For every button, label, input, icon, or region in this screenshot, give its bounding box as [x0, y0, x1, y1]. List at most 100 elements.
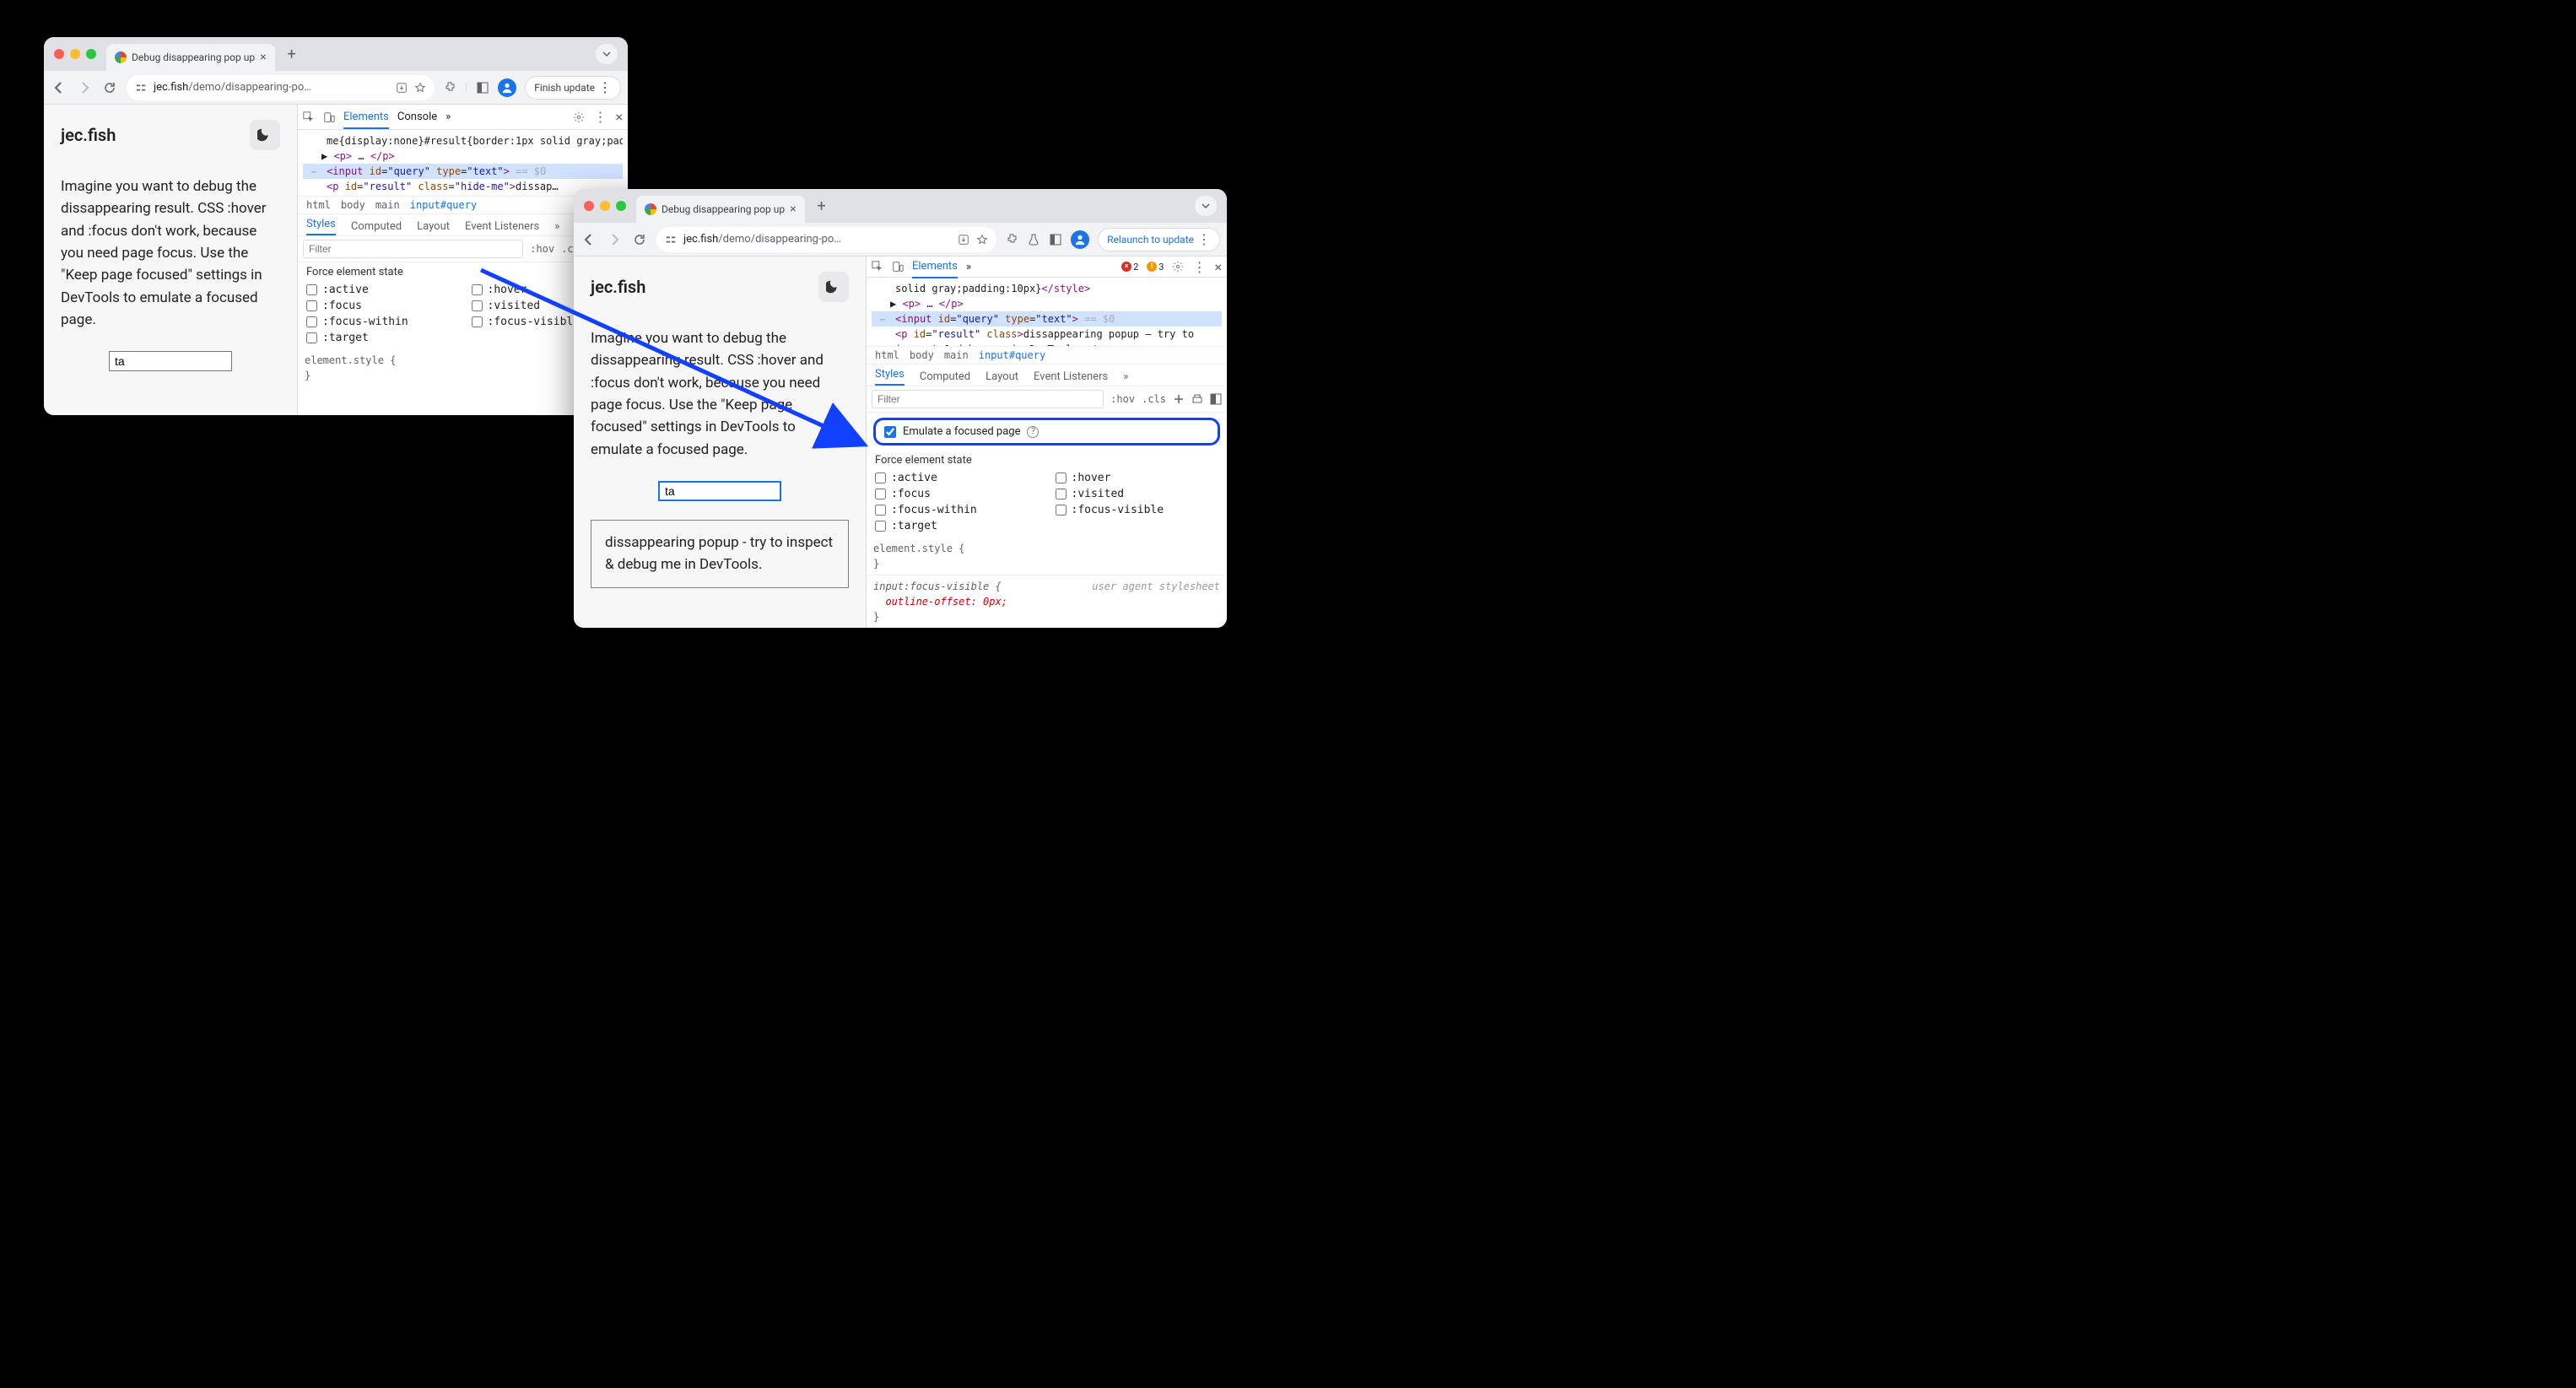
tab-elements[interactable]: Elements [343, 111, 389, 129]
force-state-grid: :active :hover :focus :visited :focus-wi… [867, 470, 1227, 537]
close-tab-icon[interactable]: × [790, 203, 796, 216]
close-window-icon[interactable] [54, 49, 64, 59]
close-tab-icon[interactable]: × [260, 51, 266, 64]
print-media-icon[interactable] [1191, 393, 1203, 405]
finish-update-button[interactable]: Finish update⋮ [525, 76, 621, 100]
gear-icon[interactable] [573, 111, 585, 123]
kebab-icon[interactable]: ⋮ [1192, 259, 1206, 275]
dom-breadcrumbs[interactable]: html body main input#query [867, 346, 1227, 365]
sidepanel-icon[interactable] [1049, 233, 1062, 246]
state-hover[interactable]: :hover [1056, 472, 1219, 484]
help-icon[interactable]: ? [1027, 426, 1039, 438]
state-active[interactable]: :active [306, 284, 455, 296]
device-icon[interactable] [892, 261, 904, 273]
subtab-layout[interactable]: Layout [417, 220, 450, 233]
gear-icon[interactable] [1172, 261, 1184, 273]
install-icon[interactable] [396, 82, 408, 94]
subtab-eventlisteners[interactable]: Event Listeners [1034, 370, 1108, 383]
styles-filter-input[interactable] [303, 240, 523, 258]
close-devtools-icon[interactable]: × [615, 109, 623, 125]
relaunch-update-button[interactable]: Relaunch to update⋮ [1098, 228, 1220, 251]
kebab-icon[interactable]: ⋮ [593, 109, 607, 125]
subtabs-more-icon[interactable]: » [554, 220, 559, 233]
tab-dropdown-icon[interactable] [596, 44, 618, 64]
element-style-block[interactable]: element.style { } [867, 537, 1227, 575]
star-icon[interactable] [976, 234, 988, 246]
warning-badge[interactable]: !3 [1147, 262, 1164, 273]
install-icon[interactable] [958, 234, 969, 246]
profile-avatar-icon[interactable] [1071, 230, 1089, 249]
dark-mode-toggle[interactable] [818, 272, 849, 302]
state-focus[interactable]: :focus [875, 488, 1039, 500]
close-devtools-icon[interactable]: × [1214, 259, 1222, 275]
minimize-window-icon[interactable] [70, 49, 80, 59]
styles-filter-input[interactable] [872, 390, 1104, 408]
tabs-more-icon[interactable]: » [966, 261, 971, 273]
reload-button[interactable] [101, 79, 118, 96]
state-focus[interactable]: :focus [306, 300, 455, 312]
cls-toggle[interactable]: .cls [1142, 393, 1166, 405]
subtab-layout[interactable]: Layout [986, 370, 1018, 383]
dark-mode-toggle[interactable] [250, 120, 280, 150]
star-icon[interactable] [414, 82, 426, 94]
inspect-icon[interactable] [303, 111, 315, 123]
reload-button[interactable] [631, 231, 648, 248]
site-title: jec.fish [61, 125, 116, 145]
subtab-styles[interactable]: Styles [306, 218, 336, 235]
state-active[interactable]: :active [875, 472, 1039, 484]
state-target[interactable]: :target [875, 520, 1039, 532]
url-host: jec.fish [154, 81, 188, 94]
state-visited[interactable]: :visited [1056, 488, 1219, 500]
back-button[interactable] [51, 79, 68, 96]
tabs-more-icon[interactable]: » [446, 111, 451, 123]
ua-style-block[interactable]: user agent stylesheet input:focus-visibl… [867, 575, 1227, 628]
dom-selected-row[interactable]: ⋯ <input id="query" type="text"> == $0 [303, 164, 623, 179]
subtab-computed[interactable]: Computed [351, 220, 402, 233]
error-badge[interactable]: ×2 [1121, 262, 1138, 273]
inspect-icon[interactable] [872, 261, 883, 273]
forward-button[interactable] [606, 231, 623, 248]
new-style-icon[interactable] [1173, 393, 1185, 405]
state-focus-within[interactable]: :focus-within [306, 316, 455, 328]
zoom-window-icon[interactable] [616, 201, 626, 211]
tab-console[interactable]: Console [397, 111, 437, 123]
browser-tab[interactable]: Debug disappearing pop up × [636, 196, 805, 223]
profile-avatar-icon[interactable] [498, 78, 516, 97]
new-tab-button[interactable]: + [280, 42, 304, 66]
state-target[interactable]: :target [306, 332, 455, 344]
dom-selected-row[interactable]: ⋯ <input id="query" type="text"> == $0 [872, 311, 1222, 327]
subtab-eventlisteners[interactable]: Event Listeners [465, 220, 539, 233]
back-button[interactable] [581, 231, 597, 248]
state-focus-visible[interactable]: :focus-visible [1056, 504, 1219, 516]
forward-button[interactable] [76, 79, 93, 96]
extensions-icon[interactable] [1005, 233, 1018, 246]
computed-toggle-icon[interactable] [1210, 393, 1222, 405]
dom-tree[interactable]: me{display:none}#result{border:1px solid… [298, 130, 628, 196]
subtabs-more-icon[interactable]: » [1123, 370, 1128, 383]
extensions-icon[interactable] [443, 81, 456, 95]
minimize-window-icon[interactable] [600, 201, 610, 211]
state-focus-within[interactable]: :focus-within [875, 504, 1039, 516]
zoom-window-icon[interactable] [86, 49, 96, 59]
sidepanel-icon[interactable] [476, 81, 489, 95]
browser-tab[interactable]: Debug disappearing pop up × [106, 44, 275, 71]
emulate-focused-page[interactable]: Emulate a focused page ? [873, 418, 1220, 446]
hov-toggle[interactable]: :hov [1110, 393, 1135, 405]
subtab-computed[interactable]: Computed [920, 370, 970, 383]
address-bar[interactable]: jec.fish/demo/disappearing-po… [656, 227, 996, 252]
query-input[interactable] [109, 351, 232, 371]
new-tab-button[interactable]: + [810, 194, 834, 218]
device-icon[interactable] [323, 111, 335, 123]
subtab-styles[interactable]: Styles [875, 368, 905, 386]
hov-toggle[interactable]: :hov [530, 243, 554, 255]
site-settings-icon [665, 234, 677, 246]
labs-icon[interactable] [1027, 233, 1040, 246]
dom-tree[interactable]: solid gray;padding:10px}</style> ▶ <p> …… [867, 278, 1227, 346]
emulate-checkbox[interactable] [884, 426, 896, 438]
tab-elements[interactable]: Elements [912, 260, 958, 278]
toolbar: jec.fish/demo/disappearing-po… | Finish … [44, 71, 628, 105]
query-input[interactable] [658, 481, 781, 501]
address-bar[interactable]: jec.fish/demo/disappearing-po… [127, 75, 435, 100]
close-window-icon[interactable] [584, 201, 594, 211]
tab-dropdown-icon[interactable] [1195, 196, 1217, 216]
